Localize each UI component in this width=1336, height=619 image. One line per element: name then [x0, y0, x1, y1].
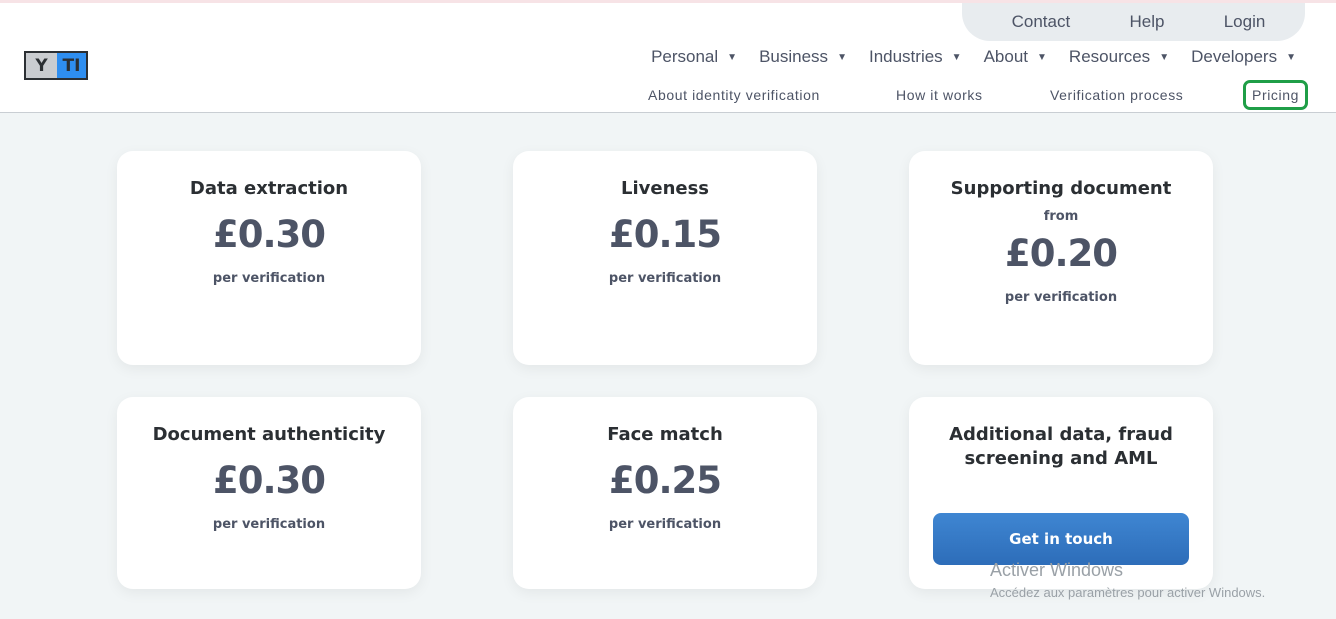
card-price: £0.30 — [212, 213, 326, 256]
card-unit: per verification — [212, 271, 326, 286]
subnav-about-identity-verification[interactable]: About identity verification — [648, 80, 820, 110]
pricing-card-data-extraction: Data extraction £0.30 per verification — [117, 151, 421, 365]
card-from-label: from — [1043, 209, 1079, 224]
login-link[interactable]: Login — [1224, 12, 1266, 32]
pricing-card-supporting-document: Supporting document from £0.20 per verif… — [909, 151, 1213, 365]
watermark-subtitle: Accédez aux paramètres pour activer Wind… — [990, 585, 1266, 600]
card-price: £0.30 — [212, 459, 326, 502]
pricing-card-document-authenticity: Document authenticity £0.30 per verifica… — [117, 397, 421, 589]
logo-left-text: Y — [35, 55, 48, 76]
site-header: Contact Help Login Y TI Personal ▼ Busine… — [0, 3, 1336, 113]
chevron-down-icon: ▼ — [837, 51, 847, 63]
card-unit: per verification — [608, 517, 722, 532]
card-unit: per verification — [1004, 290, 1118, 305]
sub-nav: About identity verification How it works… — [0, 80, 1336, 110]
nav-label: Personal — [651, 47, 719, 66]
chevron-down-icon: ▼ — [1159, 51, 1170, 63]
help-link[interactable]: Help — [1129, 12, 1164, 32]
card-title: Additional data, fraud screening and AML — [909, 423, 1213, 471]
card-unit: per verification — [212, 517, 326, 532]
card-title: Data extraction — [189, 178, 349, 199]
pricing-card-face-match: Face match £0.25 per verification — [513, 397, 817, 589]
nav-label: About — [983, 47, 1029, 66]
chevron-down-icon: ▼ — [727, 51, 738, 63]
chevron-down-icon: ▼ — [1286, 51, 1296, 63]
contact-link[interactable]: Contact — [1012, 12, 1071, 32]
watermark-title: Activer Windows — [990, 560, 1124, 580]
card-title: Supporting document — [950, 178, 1172, 199]
card-title: Document authenticity — [152, 424, 386, 445]
pricing-card-liveness: Liveness £0.15 per verification — [513, 151, 817, 365]
nav-about[interactable]: About ▼ — [984, 47, 1047, 67]
nav-resources[interactable]: Resources ▼ — [1069, 47, 1169, 67]
nav-label: Resources — [1068, 47, 1151, 66]
utility-bar: Contact Help Login — [962, 3, 1305, 41]
windows-activation-watermark: Activer Windows Accédez aux paramètres p… — [990, 560, 1265, 600]
nav-personal[interactable]: Personal ▼ — [651, 47, 737, 67]
nav-developers[interactable]: Developers ▼ — [1191, 47, 1296, 67]
chevron-down-icon: ▼ — [951, 51, 962, 63]
chevron-down-icon: ▼ — [1037, 51, 1047, 63]
get-in-touch-button[interactable]: Get in touch — [933, 513, 1189, 565]
card-title: Face match — [607, 424, 723, 445]
nav-label: Developers — [1191, 47, 1278, 66]
card-price: £0.25 — [608, 459, 722, 502]
card-title: Liveness — [620, 178, 710, 199]
subnav-pricing[interactable]: Pricing — [1243, 80, 1308, 110]
card-title-line: Additional data, fraud — [949, 424, 1173, 445]
nav-label: Industries — [868, 47, 943, 66]
logo-right-text: TI — [57, 53, 86, 78]
yoti-logo[interactable]: Y TI — [24, 51, 88, 80]
card-title-line: screening and AML — [964, 448, 1158, 469]
main-nav: Personal ▼ Business ▼ Industries ▼ About ▼ R… — [651, 47, 1296, 67]
card-price: £0.20 — [1004, 232, 1118, 275]
subnav-verification-process[interactable]: Verification process — [1050, 80, 1183, 110]
nav-label: Business — [759, 47, 829, 66]
subnav-how-it-works[interactable]: How it works — [896, 80, 983, 110]
card-price: £0.15 — [608, 213, 722, 256]
card-unit: per verification — [608, 271, 722, 286]
nav-business[interactable]: Business ▼ — [759, 47, 847, 67]
nav-industries[interactable]: Industries ▼ — [869, 47, 962, 67]
